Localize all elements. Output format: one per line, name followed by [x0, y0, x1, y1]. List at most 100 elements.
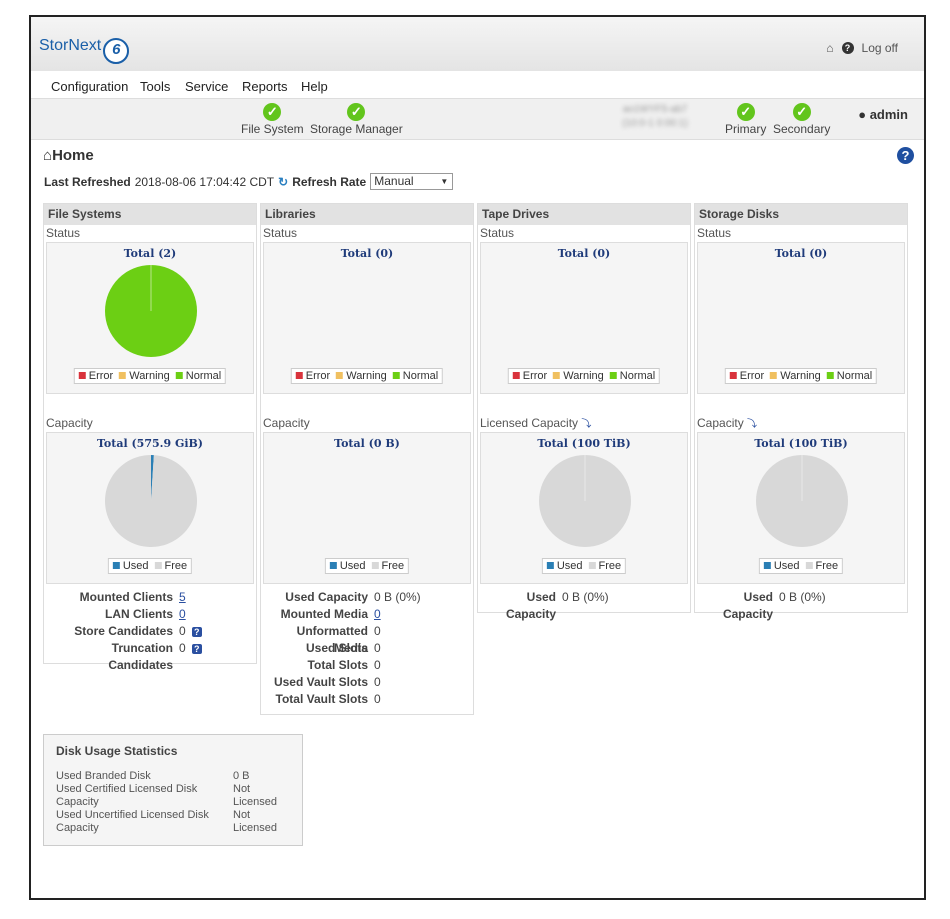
- legend-used[interactable]: Used: [329, 560, 366, 572]
- menu-reports[interactable]: Reports: [242, 79, 288, 94]
- status-label: Status: [697, 226, 732, 240]
- stat-link[interactable]: 0: [179, 607, 186, 621]
- status-chart: Total (2) Error Warning Normal: [46, 242, 254, 394]
- menu-help[interactable]: Help: [301, 79, 328, 94]
- capacity-pie-chart: [539, 455, 631, 547]
- stat-link[interactable]: 0: [374, 607, 381, 621]
- menu-configuration[interactable]: Configuration: [51, 79, 128, 94]
- home-icon[interactable]: ⌂: [826, 41, 833, 55]
- menu-tools[interactable]: Tools: [140, 79, 170, 94]
- page-title: ⌂Home: [43, 147, 94, 164]
- stat-row: Mounted Clients 5: [79, 590, 186, 604]
- status-secondary[interactable]: ✓ Secondary: [773, 103, 830, 136]
- legend-used[interactable]: Used: [546, 560, 583, 572]
- status-total[interactable]: Total (2): [47, 247, 253, 260]
- stat-row: Used Capacity 0 B (0%): [285, 590, 421, 604]
- status-legend: Error Warning Normal: [290, 368, 444, 384]
- stornext-logo[interactable]: StorNext 6: [39, 37, 130, 64]
- legend-warning[interactable]: Warning: [770, 370, 821, 382]
- legend-warning[interactable]: Warning: [553, 370, 604, 382]
- legend-free[interactable]: Free: [588, 560, 621, 572]
- expand-icon[interactable]: ⤵: [581, 419, 591, 430]
- legend-error[interactable]: Error: [78, 370, 113, 382]
- legend-used[interactable]: Used: [763, 560, 800, 572]
- capacity-label: Licensed Capacity ⤵: [480, 416, 592, 430]
- user-menu[interactable]: ● admin: [858, 107, 908, 122]
- panel-tape-drives: Tape Drives Status Total (0) Error Warni…: [477, 203, 691, 621]
- panel-file-systems: File Systems Status Total (2) Error Warn…: [43, 203, 257, 672]
- stat-row: Used Slots 0: [305, 641, 381, 655]
- status-file-system[interactable]: ✓ File System: [241, 103, 304, 136]
- status-chart: Total (0) Error Warning Normal: [697, 242, 905, 394]
- disk-usage-row: Used Certified Licensed Disk Capacity Not…: [56, 783, 278, 808]
- legend-free[interactable]: Free: [805, 560, 838, 572]
- logoff-link[interactable]: Log off: [862, 41, 898, 55]
- capacity-total[interactable]: Total (575.9 GiB): [47, 437, 253, 450]
- status-legend: Error Warning Normal: [724, 368, 878, 384]
- capacity-total[interactable]: Total (0 B): [264, 437, 470, 450]
- refresh-row: Last Refreshed 2018-08-06 17:04:42 CDT ↻…: [44, 173, 454, 190]
- panel-libraries: Libraries Status Total (0) Error Warning…: [260, 203, 474, 715]
- capacity-pie-chart: [756, 455, 848, 547]
- help-icon[interactable]: ?: [191, 627, 202, 637]
- refresh-icon[interactable]: ↻: [278, 175, 288, 189]
- legend-used[interactable]: Used: [112, 560, 149, 572]
- status-storage-manager[interactable]: ✓ Storage Manager: [310, 103, 403, 136]
- capacity-chart: Total (0 B) Used Free: [263, 432, 471, 584]
- menu-service[interactable]: Service: [185, 79, 228, 94]
- status-total[interactable]: Total (0): [264, 247, 470, 260]
- refresh-rate-select[interactable]: Manual ▼: [370, 173, 454, 190]
- status-total[interactable]: Total (0): [698, 247, 904, 260]
- status-primary[interactable]: ✓ Primary: [725, 103, 766, 136]
- status-chart: Total (0) Error Warning Normal: [480, 242, 688, 394]
- status-label: Status: [480, 226, 515, 240]
- legend-free[interactable]: Free: [154, 560, 187, 572]
- capacity-pie-chart: [105, 455, 197, 547]
- legend-normal[interactable]: Normal: [175, 370, 221, 382]
- app-frame: StorNext 6 ⌂ ? Log off Configuration Tool…: [29, 15, 926, 900]
- stat-row: LAN Clients 0: [104, 607, 186, 621]
- status-legend: Error Warning Normal: [507, 368, 661, 384]
- status-total[interactable]: Total (0): [481, 247, 687, 260]
- panel-header: File Systems: [44, 204, 256, 225]
- legend-normal[interactable]: Normal: [609, 370, 655, 382]
- capacity-legend: Used Free: [107, 558, 193, 574]
- blurred-host-info: ao1WYF5-ab7 (10:0-1 0:00:1): [622, 104, 688, 129]
- user-icon: ●: [858, 107, 867, 122]
- help-icon[interactable]: ?: [191, 644, 202, 654]
- legend-error[interactable]: Error: [295, 370, 330, 382]
- capacity-total[interactable]: Total (100 TiB): [481, 437, 687, 450]
- main-menu: Configuration Tools Service Reports Help: [31, 71, 924, 99]
- panel-stats: Used Capacity 0 B (0%) Mounted Media 0 Unfor…: [261, 585, 473, 714]
- legend-warning[interactable]: Warning: [336, 370, 387, 382]
- stat-row: Unformatted Media 0: [296, 624, 381, 655]
- expand-icon[interactable]: ⤵: [747, 419, 757, 430]
- stat-row: Used Capacity 0 B (0%): [722, 590, 826, 621]
- panel-stats: Mounted Clients 5 LAN Clients 0 Store Candid…: [44, 585, 256, 672]
- stat-link[interactable]: 5: [179, 590, 186, 604]
- status-label: Status: [46, 226, 81, 240]
- legend-error[interactable]: Error: [729, 370, 764, 382]
- legend-normal[interactable]: Normal: [392, 370, 438, 382]
- capacity-total[interactable]: Total (100 TiB): [698, 437, 904, 450]
- help-icon[interactable]: ?: [841, 42, 854, 54]
- panel-stats: Used Capacity 0 B (0%): [478, 585, 690, 621]
- pie-slice: [105, 455, 197, 547]
- check-icon: ✓: [736, 103, 755, 121]
- stat-row: Store Candidates 0?: [44, 623, 256, 640]
- legend-normal[interactable]: Normal: [826, 370, 872, 382]
- home-icon: ⌂: [43, 147, 53, 164]
- legend-free[interactable]: Free: [371, 560, 404, 572]
- capacity-label: Capacity: [263, 416, 310, 430]
- legend-warning[interactable]: Warning: [119, 370, 170, 382]
- capacity-legend: Used Free: [541, 558, 627, 574]
- panel-header: Tape Drives: [478, 204, 690, 225]
- disk-usage-title: Disk Usage Statistics: [56, 744, 178, 758]
- disk-usage-statistics: Disk Usage Statistics Used Branded Disk 0…: [43, 734, 303, 846]
- capacity-legend: Used Free: [758, 558, 844, 574]
- capacity-label: Capacity: [46, 416, 93, 430]
- status-chart: Total (0) Error Warning Normal: [263, 242, 471, 394]
- legend-error[interactable]: Error: [512, 370, 547, 382]
- panel-storage-disks: Storage Disks Status Total (0) Error War…: [694, 203, 908, 621]
- page-help-icon[interactable]: ?: [897, 147, 914, 164]
